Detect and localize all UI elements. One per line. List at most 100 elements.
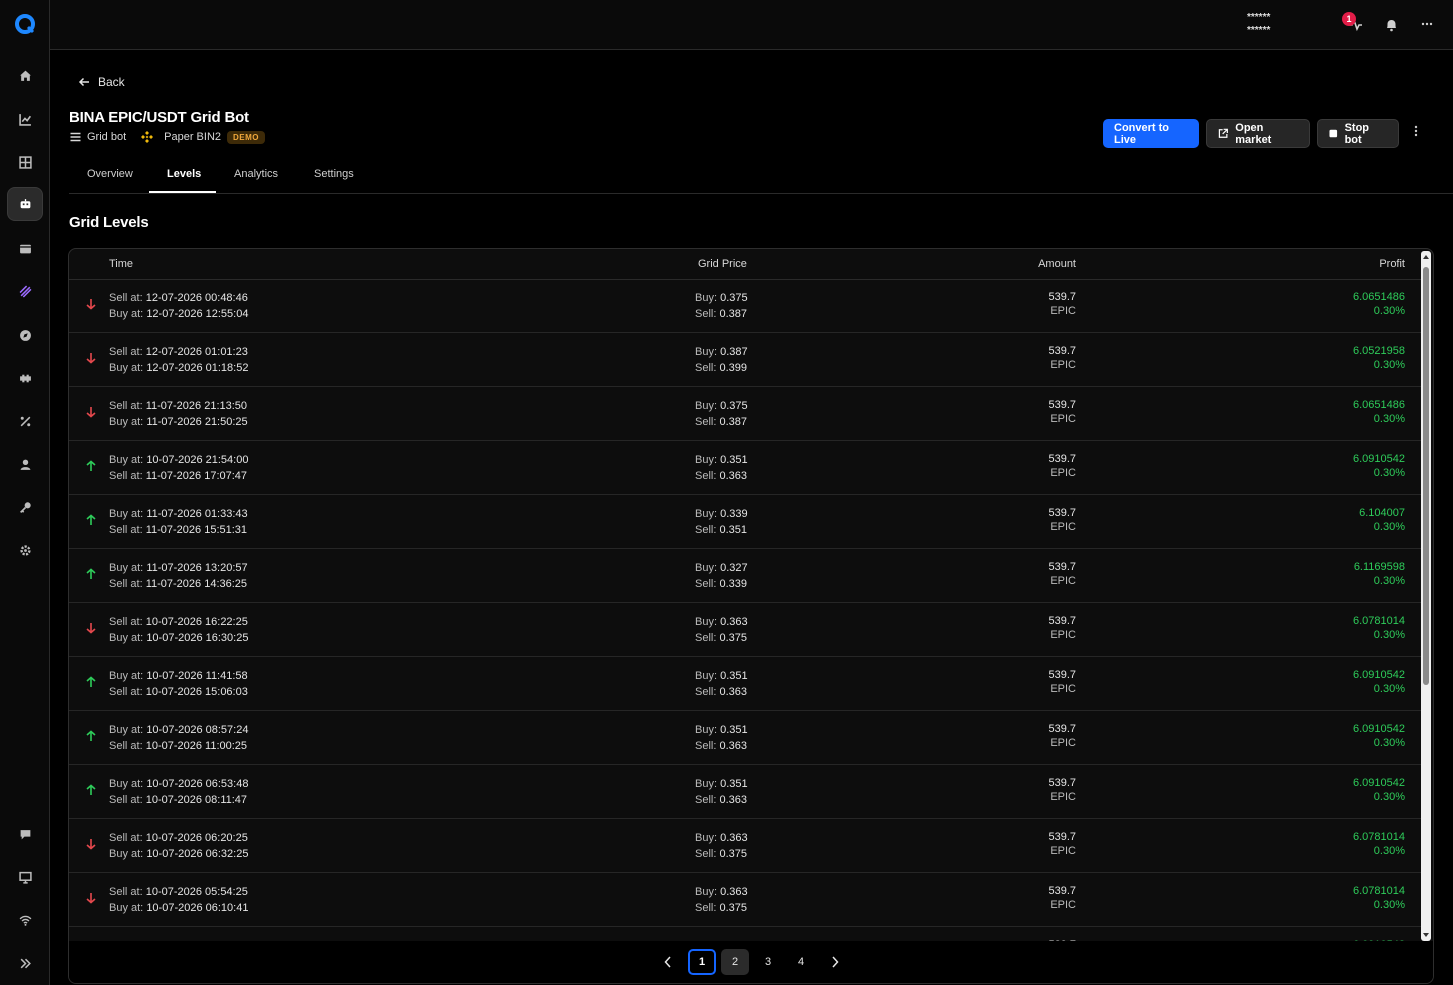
profit-percent: 0.30% xyxy=(1373,413,1405,425)
table-row[interactable]: Sell at: 10-07-2026 16:22:25 Buy at: 10-0… xyxy=(69,603,1421,657)
table-row[interactable]: Buy at: 11-07-2026 13:20:57 Sell at: 11-0… xyxy=(69,549,1421,603)
header-grid-price[interactable]: Grid Price xyxy=(698,258,747,270)
wallet-icon[interactable] xyxy=(7,231,43,265)
buy-price: Buy: 0.387 xyxy=(695,344,748,360)
amount-currency: EPIC xyxy=(1050,845,1076,857)
amount-currency: EPIC xyxy=(1050,467,1076,479)
time-value-2: 12-07-2026 01:18:52 xyxy=(146,362,249,374)
profit-percent: 0.30% xyxy=(1373,791,1405,803)
table-row[interactable]: Sell at: 10-07-2026 06:20:25 Buy at: 10-0… xyxy=(69,819,1421,873)
time-cell: Sell at: 10-07-2026 05:54:25 Buy at: 10-0… xyxy=(109,884,248,916)
chat-icon[interactable] xyxy=(7,817,43,851)
chevron-right-icon[interactable] xyxy=(831,956,839,968)
sell-label: Sell: xyxy=(695,740,717,752)
open-market-button[interactable]: Open market xyxy=(1206,119,1310,148)
table-row[interactable]: Sell at: 12-07-2026 01:01:23 Buy at: 12-0… xyxy=(69,333,1421,387)
home-icon[interactable] xyxy=(7,58,43,92)
time-label-1: Buy at: xyxy=(109,454,144,466)
amount-value: 539.7 xyxy=(1048,723,1076,735)
scrollbar-thumb[interactable] xyxy=(1423,267,1429,685)
sell-label: Sell: xyxy=(695,362,717,374)
time-line-2: Buy at: 12-07-2026 12:55:04 xyxy=(109,306,248,322)
monitor-icon[interactable] xyxy=(7,860,43,894)
sell-price: Sell: 0.387 xyxy=(695,414,748,430)
app-logo[interactable] xyxy=(15,14,35,34)
page-1[interactable]: 1 xyxy=(688,949,716,975)
profit-percent: 0.30% xyxy=(1373,737,1405,749)
time-cell: Sell at: 10-07-2026 06:20:25 Buy at: 10-0… xyxy=(109,830,248,862)
demo-badge: DEMO xyxy=(227,130,266,144)
key-icon[interactable] xyxy=(7,490,43,524)
buy-price: Buy: 0.375 xyxy=(695,290,748,306)
user-icon[interactable] xyxy=(7,447,43,481)
table-row[interactable]: Sell at: 10-07-2026 05:54:25 Buy at: 10-0… xyxy=(69,873,1421,927)
page-3[interactable]: 3 xyxy=(754,949,782,975)
masked-account[interactable]: ****** ****** xyxy=(1247,11,1270,37)
table-row[interactable]: Buy at: 10-07-2026 08:57:24 Sell at: 10-0… xyxy=(69,711,1421,765)
stop-label: Stop bot xyxy=(1344,121,1370,146)
arrow-down-icon xyxy=(86,353,96,364)
amount-value: 539.7 xyxy=(1048,291,1076,303)
chart-icon[interactable] xyxy=(7,102,43,136)
scrollbar[interactable] xyxy=(1421,251,1431,941)
table-row[interactable]: Sell at: 11-07-2026 21:13:50 Buy at: 11-0… xyxy=(69,387,1421,441)
scroll-up-icon[interactable] xyxy=(1422,254,1430,260)
sell-price: Sell: 0.399 xyxy=(695,360,748,376)
active-tab-indicator xyxy=(149,191,216,193)
page-2[interactable]: 2 xyxy=(721,949,749,975)
profit-value: 6.0781014 xyxy=(1353,615,1405,627)
table-row[interactable]: Buy at: 10-07-2026 11:41:58 Sell at: 10-0… xyxy=(69,657,1421,711)
buy-label: Buy: xyxy=(695,724,718,736)
scroll-down-icon[interactable] xyxy=(1422,932,1430,938)
page-title: BINA EPIC/USDT Grid Bot xyxy=(69,109,249,126)
arrow-up-icon xyxy=(86,730,96,741)
table-row[interactable]: Buy at: 10-07-2026 06:53:48 Sell at: 10-0… xyxy=(69,765,1421,819)
tab-analytics[interactable]: Analytics xyxy=(234,168,278,180)
grid-icon[interactable] xyxy=(7,145,43,179)
header-amount[interactable]: Amount xyxy=(1038,258,1076,270)
sell-label: Sell: xyxy=(695,470,717,482)
more-vertical-icon[interactable] xyxy=(1414,124,1418,138)
bell-icon[interactable] xyxy=(1385,18,1398,32)
page-4[interactable]: 4 xyxy=(787,949,815,975)
header-profit[interactable]: Profit xyxy=(1379,258,1405,270)
bots-icon[interactable] xyxy=(7,187,43,221)
time-value-1: 11-07-2026 01:33:43 xyxy=(146,508,248,520)
profit-cell: 6.0910542 0.30% xyxy=(1353,722,1405,750)
time-cell: Buy at: 11-07-2026 01:33:43 Sell at: 11-0… xyxy=(109,506,248,538)
tab-levels[interactable]: Levels xyxy=(167,168,201,180)
profit-percent: 0.30% xyxy=(1373,899,1405,911)
amount-cell: 539.7 EPIC xyxy=(1048,506,1076,534)
chevron-left-icon[interactable] xyxy=(664,956,672,968)
header-time[interactable]: Time xyxy=(109,258,133,270)
time-value-1: 11-07-2026 21:13:50 xyxy=(145,400,248,412)
time-line-1: Buy at: 11-07-2026 01:33:43 xyxy=(109,506,248,522)
gear-icon[interactable] xyxy=(7,533,43,567)
table-row[interactable]: Sell at: 12-07-2026 00:48:46 Buy at: 12-0… xyxy=(69,279,1421,333)
table-row[interactable]: Buy at: 11-07-2026 01:33:43 Sell at: 11-0… xyxy=(69,495,1421,549)
sell-price: Sell: 0.351 xyxy=(695,522,748,538)
compass-icon[interactable] xyxy=(7,318,43,352)
buy-price-value: 0.363 xyxy=(720,886,748,898)
time-cell: Sell at: 12-07-2026 01:01:23 Buy at: 12-0… xyxy=(109,344,248,376)
sell-price: Sell: 0.375 xyxy=(695,846,748,862)
masked-line-2: ****** xyxy=(1247,25,1271,36)
table-row[interactable]: Buy at: 08-07-2026 06:42:57 Buy: 0.35153… xyxy=(69,927,1421,941)
expand-sidebar-icon[interactable] xyxy=(7,946,43,980)
time-label-2: Buy at: xyxy=(109,308,144,320)
tab-settings[interactable]: Settings xyxy=(314,168,354,180)
percent-icon[interactable] xyxy=(7,404,43,438)
wifi-icon[interactable] xyxy=(7,903,43,937)
more-horizontal-icon[interactable] xyxy=(1421,22,1433,26)
integrations-icon[interactable] xyxy=(7,361,43,395)
back-link[interactable]: Back xyxy=(78,75,125,89)
table-row[interactable]: Buy at: 10-07-2026 21:54:00 Sell at: 11-0… xyxy=(69,441,1421,495)
stop-bot-button[interactable]: Stop bot xyxy=(1317,119,1399,148)
buy-label: Buy: xyxy=(695,292,718,304)
buy-price-value: 0.351 xyxy=(720,724,748,736)
strategy-icon[interactable] xyxy=(7,274,43,308)
time-value-2: 11-07-2026 21:50:25 xyxy=(146,416,248,428)
tab-overview[interactable]: Overview xyxy=(87,168,133,180)
buy-price-value: 0.375 xyxy=(720,400,748,412)
convert-to-live-button[interactable]: Convert to Live xyxy=(1103,119,1199,148)
